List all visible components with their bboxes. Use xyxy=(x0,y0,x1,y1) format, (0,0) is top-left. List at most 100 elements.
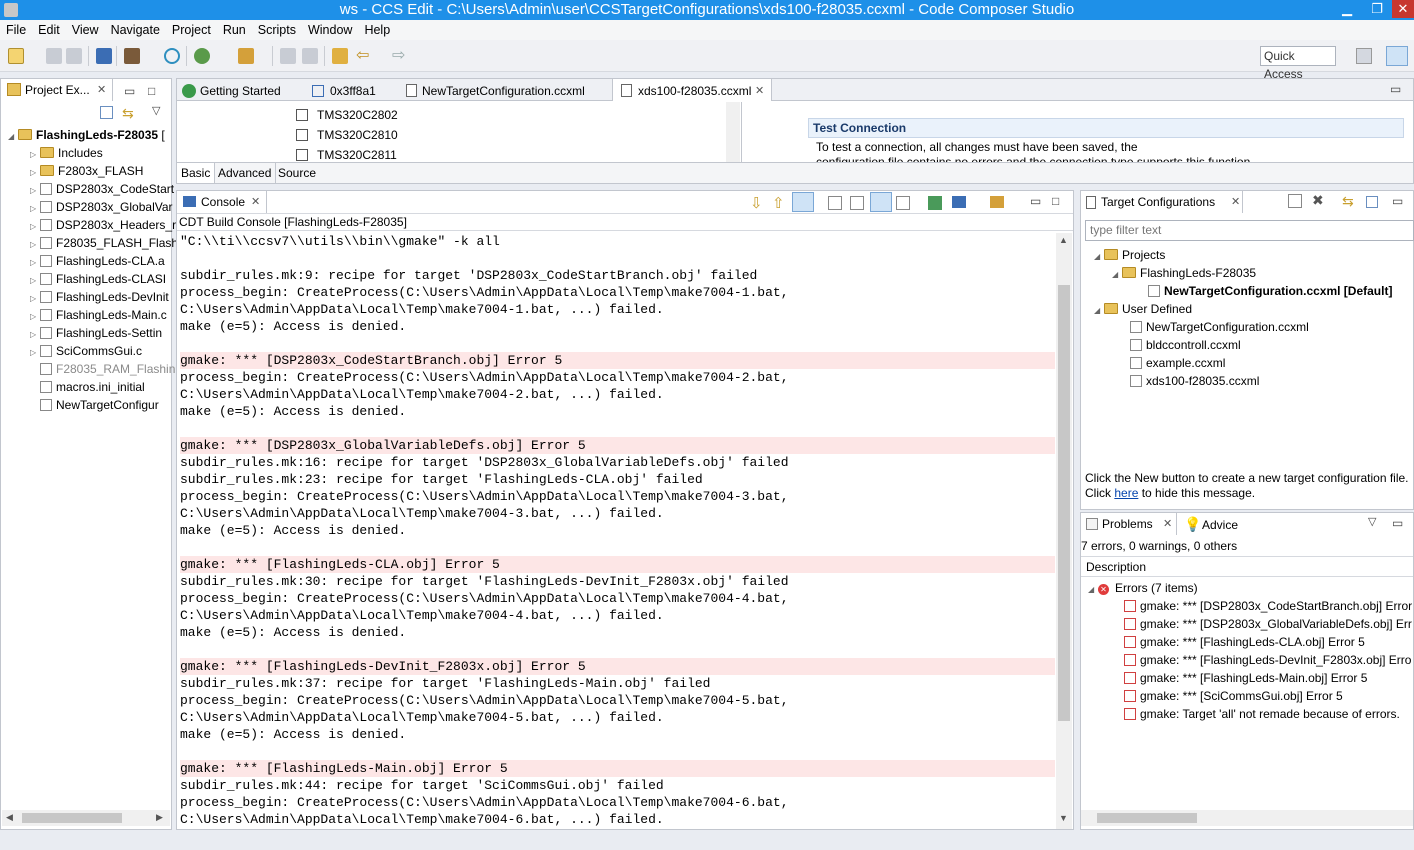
menu-edit[interactable]: Edit xyxy=(32,20,66,40)
tab-xds100-f28035[interactable]: xds100-f28035.ccxml ✕ xyxy=(612,79,772,101)
tree-item[interactable]: ▷ FlashingLeds-Main.c xyxy=(30,306,167,324)
menu-navigate[interactable]: Navigate xyxy=(105,20,166,40)
maximize-view-icon[interactable]: □ xyxy=(148,84,155,98)
collapse-all-icon[interactable] xyxy=(1366,196,1378,208)
menu-view[interactable]: View xyxy=(66,20,105,40)
tree-item[interactable]: ▷ FlashingLeds-Settin xyxy=(30,324,162,342)
save-all-icon[interactable] xyxy=(66,48,82,64)
maximize-view-icon[interactable]: □ xyxy=(1052,194,1059,208)
tree-projects[interactable]: ◢ Projects xyxy=(1094,246,1165,264)
terminal-icon[interactable] xyxy=(96,48,112,64)
tree-user-defined[interactable]: ◢ User Defined xyxy=(1094,300,1192,318)
maximize-button[interactable]: ❐ xyxy=(1364,0,1390,18)
flash-icon[interactable] xyxy=(238,48,254,64)
previous-error-icon[interactable]: ⇧ xyxy=(772,194,785,212)
build-hammer-icon[interactable] xyxy=(124,48,140,64)
forward-arrow-icon[interactable]: ⇨ xyxy=(392,48,408,64)
view-menu-icon[interactable]: ▽ xyxy=(1368,515,1376,528)
minimize-button[interactable]: ▁ xyxy=(1334,0,1360,18)
clear-console-icon[interactable] xyxy=(850,196,864,210)
tree-item[interactable]: F28035_RAM_Flashin xyxy=(30,360,175,378)
subtab-advanced[interactable]: Advanced xyxy=(214,163,277,183)
console-tab[interactable]: Console ✕ xyxy=(177,191,267,213)
menu-window[interactable]: Window xyxy=(302,20,358,40)
tree-project-root[interactable]: ◢ FlashingLeds-F28035 [ xyxy=(8,126,165,144)
pin-console-icon[interactable] xyxy=(928,196,942,210)
scroll-up-icon[interactable]: ▲ xyxy=(1059,235,1068,245)
scroll-lock-icon[interactable] xyxy=(896,196,910,210)
project-explorer-tab[interactable]: Project Ex... ✕ xyxy=(1,79,113,101)
problem-item[interactable]: gmake: *** [DSP2803x_CodeStartBranch.obj… xyxy=(1124,597,1412,615)
new-target-config-icon[interactable] xyxy=(1288,194,1302,208)
tree-item[interactable]: macros.ini_initial xyxy=(30,378,145,396)
tab-new-target-config[interactable]: NewTargetConfiguration.ccxml xyxy=(404,82,604,100)
tree-item[interactable]: ▷ DSP2803x_Headers_r xyxy=(30,216,176,234)
hscroll-thumb[interactable] xyxy=(22,813,122,823)
target-filter-input[interactable]: type filter text xyxy=(1085,220,1414,241)
errors-group[interactable]: ◢ ✕ Errors (7 items) xyxy=(1088,579,1198,597)
minimize-view-icon[interactable]: ▭ xyxy=(1030,194,1041,208)
back-arrow-icon[interactable]: ⇦ xyxy=(356,48,372,64)
tree-item[interactable]: ▷ F2803x_FLASH xyxy=(30,162,143,180)
problem-item[interactable]: gmake: *** [FlashingLeds-DevInit_F2803x.… xyxy=(1124,651,1412,669)
hide-message-link[interactable]: here xyxy=(1114,486,1138,500)
problems-tab[interactable]: Problems ✕ xyxy=(1081,513,1177,535)
tree-item[interactable]: ▷ F28035_FLASH_Flash xyxy=(30,234,178,252)
checkbox[interactable] xyxy=(296,109,308,121)
console-scroll-thumb[interactable] xyxy=(1058,285,1070,721)
problem-item[interactable]: gmake: *** [FlashingLeds-Main.obj] Error… xyxy=(1124,669,1412,687)
tree-user-config[interactable]: NewTargetConfiguration.ccxml xyxy=(1130,318,1309,336)
console-scrollbar[interactable]: ▲ ▼ xyxy=(1056,233,1072,829)
tree-default-config[interactable]: NewTargetConfiguration.ccxml [Default] xyxy=(1148,282,1392,300)
target-configurations-tab[interactable]: Target Configurations ✕ xyxy=(1081,191,1243,213)
ccs-edit-perspective-icon[interactable] xyxy=(1386,46,1408,66)
debug-bug-icon[interactable] xyxy=(194,48,210,64)
hscroll-thumb[interactable] xyxy=(1097,813,1197,823)
last-edit-icon[interactable] xyxy=(332,48,348,64)
menu-file[interactable]: File xyxy=(0,20,32,40)
tab-memory-address[interactable]: 0x3ff8a1 xyxy=(310,82,390,100)
view-menu-icon[interactable]: ▽ xyxy=(152,104,160,117)
menu-help[interactable]: Help xyxy=(358,20,396,40)
checkbox[interactable] xyxy=(296,129,308,141)
close-icon[interactable]: ✕ xyxy=(1231,194,1240,210)
minimize-view-icon[interactable]: ▭ xyxy=(1392,194,1403,208)
problem-item[interactable]: gmake: *** [SciCommsGui.obj] Error 5 xyxy=(1124,687,1412,705)
tree-user-config[interactable]: example.ccxml xyxy=(1130,354,1225,372)
scroll-down-icon[interactable]: ▼ xyxy=(1059,813,1068,823)
project-explorer-hscroll[interactable]: ◀ ▶ xyxy=(2,810,170,826)
open-console-icon[interactable] xyxy=(990,196,1004,208)
problems-hscroll[interactable] xyxy=(1081,810,1413,826)
delete-icon[interactable]: ✖ xyxy=(1312,192,1324,209)
menu-scripts[interactable]: Scripts xyxy=(252,20,302,40)
menu-project[interactable]: Project xyxy=(166,20,217,40)
minimize-view-icon[interactable]: ▭ xyxy=(124,84,135,98)
search-icon[interactable] xyxy=(164,48,180,64)
save-icon[interactable] xyxy=(46,48,62,64)
subtab-source[interactable]: Source xyxy=(274,163,320,183)
tree-item[interactable]: ▷ DSP2803x_CodeStart xyxy=(30,180,174,198)
display-console-icon[interactable] xyxy=(952,196,966,208)
collapse-all-icon[interactable] xyxy=(100,106,113,119)
new-icon[interactable] xyxy=(8,48,24,64)
problem-item[interactable]: gmake: *** [DSP2803x_GlobalVariableDefs.… xyxy=(1124,615,1412,633)
tree-item[interactable]: ▷ FlashingLeds-DevInit xyxy=(30,288,169,306)
scroll-right-icon[interactable]: ▶ xyxy=(156,812,163,823)
quick-access-field[interactable]: Quick Access xyxy=(1260,46,1336,81)
tab-getting-started[interactable]: Getting Started xyxy=(180,82,300,100)
tree-item[interactable]: ▷ DSP2803x_GlobalVar xyxy=(30,198,173,216)
copy-build-log-icon[interactable] xyxy=(828,196,842,210)
checkbox[interactable] xyxy=(296,149,308,161)
close-icon[interactable]: ✕ xyxy=(755,83,764,99)
link-editor-icon[interactable]: ⇆ xyxy=(122,105,134,122)
description-column-header[interactable]: Description xyxy=(1081,556,1413,577)
tree-user-config[interactable]: xds100-f28035.ccxml xyxy=(1130,372,1259,390)
tree-item[interactable]: ▷ FlashingLeds-CLASI xyxy=(30,270,166,288)
copy-icon[interactable] xyxy=(280,48,296,64)
word-wrap-icon[interactable] xyxy=(870,192,892,212)
open-perspective-icon[interactable] xyxy=(1356,48,1372,64)
close-icon[interactable]: ✕ xyxy=(97,82,106,98)
tree-item[interactable]: NewTargetConfigur xyxy=(30,396,159,414)
tree-item[interactable]: ▷ FlashingLeds-CLA.a xyxy=(30,252,165,270)
device-list-scrollbar[interactable] xyxy=(726,102,740,162)
